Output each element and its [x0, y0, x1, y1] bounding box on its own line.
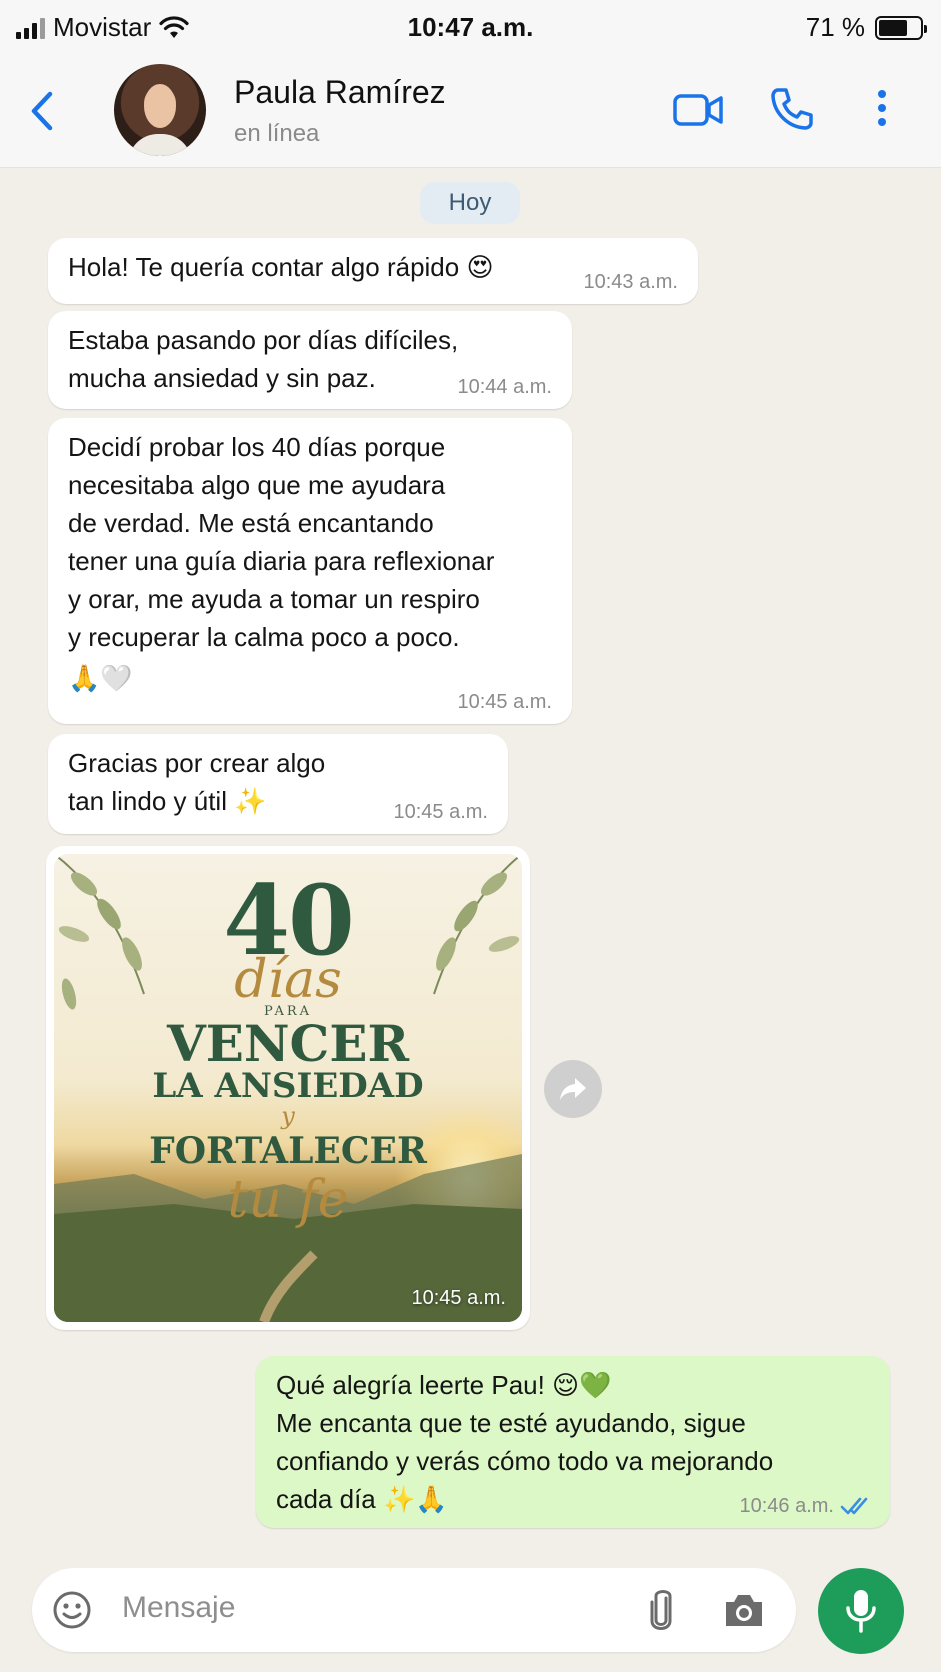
message-bubble[interactable]: Gracias por crear algo tan lindo y útil …: [48, 734, 508, 834]
outgoing-message-bubble[interactable]: Qué alegría leerte Pau! 😌💚 Me encanta qu…: [256, 1356, 890, 1528]
message-time: 10:45 a.m.: [457, 691, 552, 713]
phone-icon[interactable]: [768, 86, 814, 132]
message-line: y recuperar la calma poco a poco.: [68, 622, 460, 652]
message-line: y orar, me ayuda a tomar un respiro: [68, 584, 480, 614]
image-title-y: y: [281, 1102, 295, 1130]
microphone-icon: [846, 1590, 876, 1633]
message-line: Me encanta que te esté ayudando, sigue: [276, 1408, 746, 1438]
message-bubble[interactable]: Decidí probar los 40 días porque necesit…: [48, 418, 572, 724]
message-input[interactable]: Mensaje: [32, 1568, 796, 1652]
message-line: Estaba pasando por días difíciles,: [68, 325, 459, 355]
message-line: Qué alegría leerte Pau! 😌💚: [276, 1370, 612, 1400]
message-placeholder: Mensaje: [122, 1591, 236, 1624]
video-call-icon[interactable]: [672, 90, 724, 130]
double-check-icon: [840, 1497, 868, 1515]
chat-header: Paula Ramírez en línea: [0, 56, 941, 168]
message-time: 10:45 a.m.: [393, 801, 488, 823]
status-bar: Movistar 10:47 a.m. 71 %: [0, 0, 941, 56]
image-title-ansiedad: LA ANSIEDAD: [152, 1066, 424, 1106]
status-right: 71 %: [805, 12, 927, 43]
day-label: Hoy: [420, 182, 520, 224]
image-preview[interactable]: 40 días PARA VENCER LA ANSIEDAD y FORTAL…: [54, 854, 522, 1322]
camera-icon[interactable]: [722, 1590, 766, 1630]
emoji-icon[interactable]: [52, 1590, 92, 1630]
battery-percentage: 71 %: [805, 12, 865, 42]
attach-icon[interactable]: [646, 1588, 676, 1634]
contact-status: en línea: [234, 120, 320, 147]
message-line: Decidí probar los 40 días porque: [68, 432, 446, 462]
image-title-fortalecer: FORTALECER: [149, 1130, 427, 1172]
avatar[interactable]: [114, 64, 206, 156]
battery-icon: [875, 15, 927, 40]
image-message[interactable]: 40 días PARA VENCER LA ANSIEDAD y FORTAL…: [46, 846, 530, 1330]
avatar-shirt: [128, 134, 192, 156]
status-time: 10:47 a.m.: [407, 12, 534, 42]
image-title-dias: días: [234, 950, 342, 1010]
message-time: 10:43 a.m.: [583, 271, 678, 293]
message-line: confiando y verás cómo todo va mejorando: [276, 1446, 774, 1476]
chat-area[interactable]: Hoy Hola! Te quería contar algo rápido 😍…: [0, 168, 941, 1560]
forward-button[interactable]: [544, 1060, 602, 1118]
message-line: Gracias por crear algo: [68, 748, 326, 778]
contact-name[interactable]: Paula Ramírez: [234, 74, 446, 111]
avatar-face: [144, 84, 176, 128]
message-bubble[interactable]: Hola! Te quería contar algo rápido 😍 10:…: [48, 238, 698, 304]
message-line: tener una guía diaria para reflexionar: [68, 546, 495, 576]
image-title-vencer: VENCER: [166, 1014, 410, 1073]
back-icon[interactable]: [22, 86, 62, 136]
message-bubble[interactable]: Estaba pasando por días difíciles, mucha…: [48, 311, 572, 409]
message-time: 10:45 a.m.: [411, 1287, 506, 1309]
microphone-button[interactable]: [818, 1568, 904, 1654]
message-line: necesitaba algo que me ayudara: [68, 470, 446, 500]
image-title-tufe: tu fe: [227, 1170, 349, 1230]
input-bar: Mensaje: [0, 1560, 941, 1672]
message-time: 10:46 a.m.: [739, 1495, 834, 1517]
message-time: 10:44 a.m.: [457, 376, 552, 398]
message-line: de verdad. Me está encantando: [68, 508, 434, 538]
more-options-icon[interactable]: [872, 86, 892, 132]
battery-fill: [879, 19, 908, 36]
forward-icon: [560, 1078, 586, 1100]
